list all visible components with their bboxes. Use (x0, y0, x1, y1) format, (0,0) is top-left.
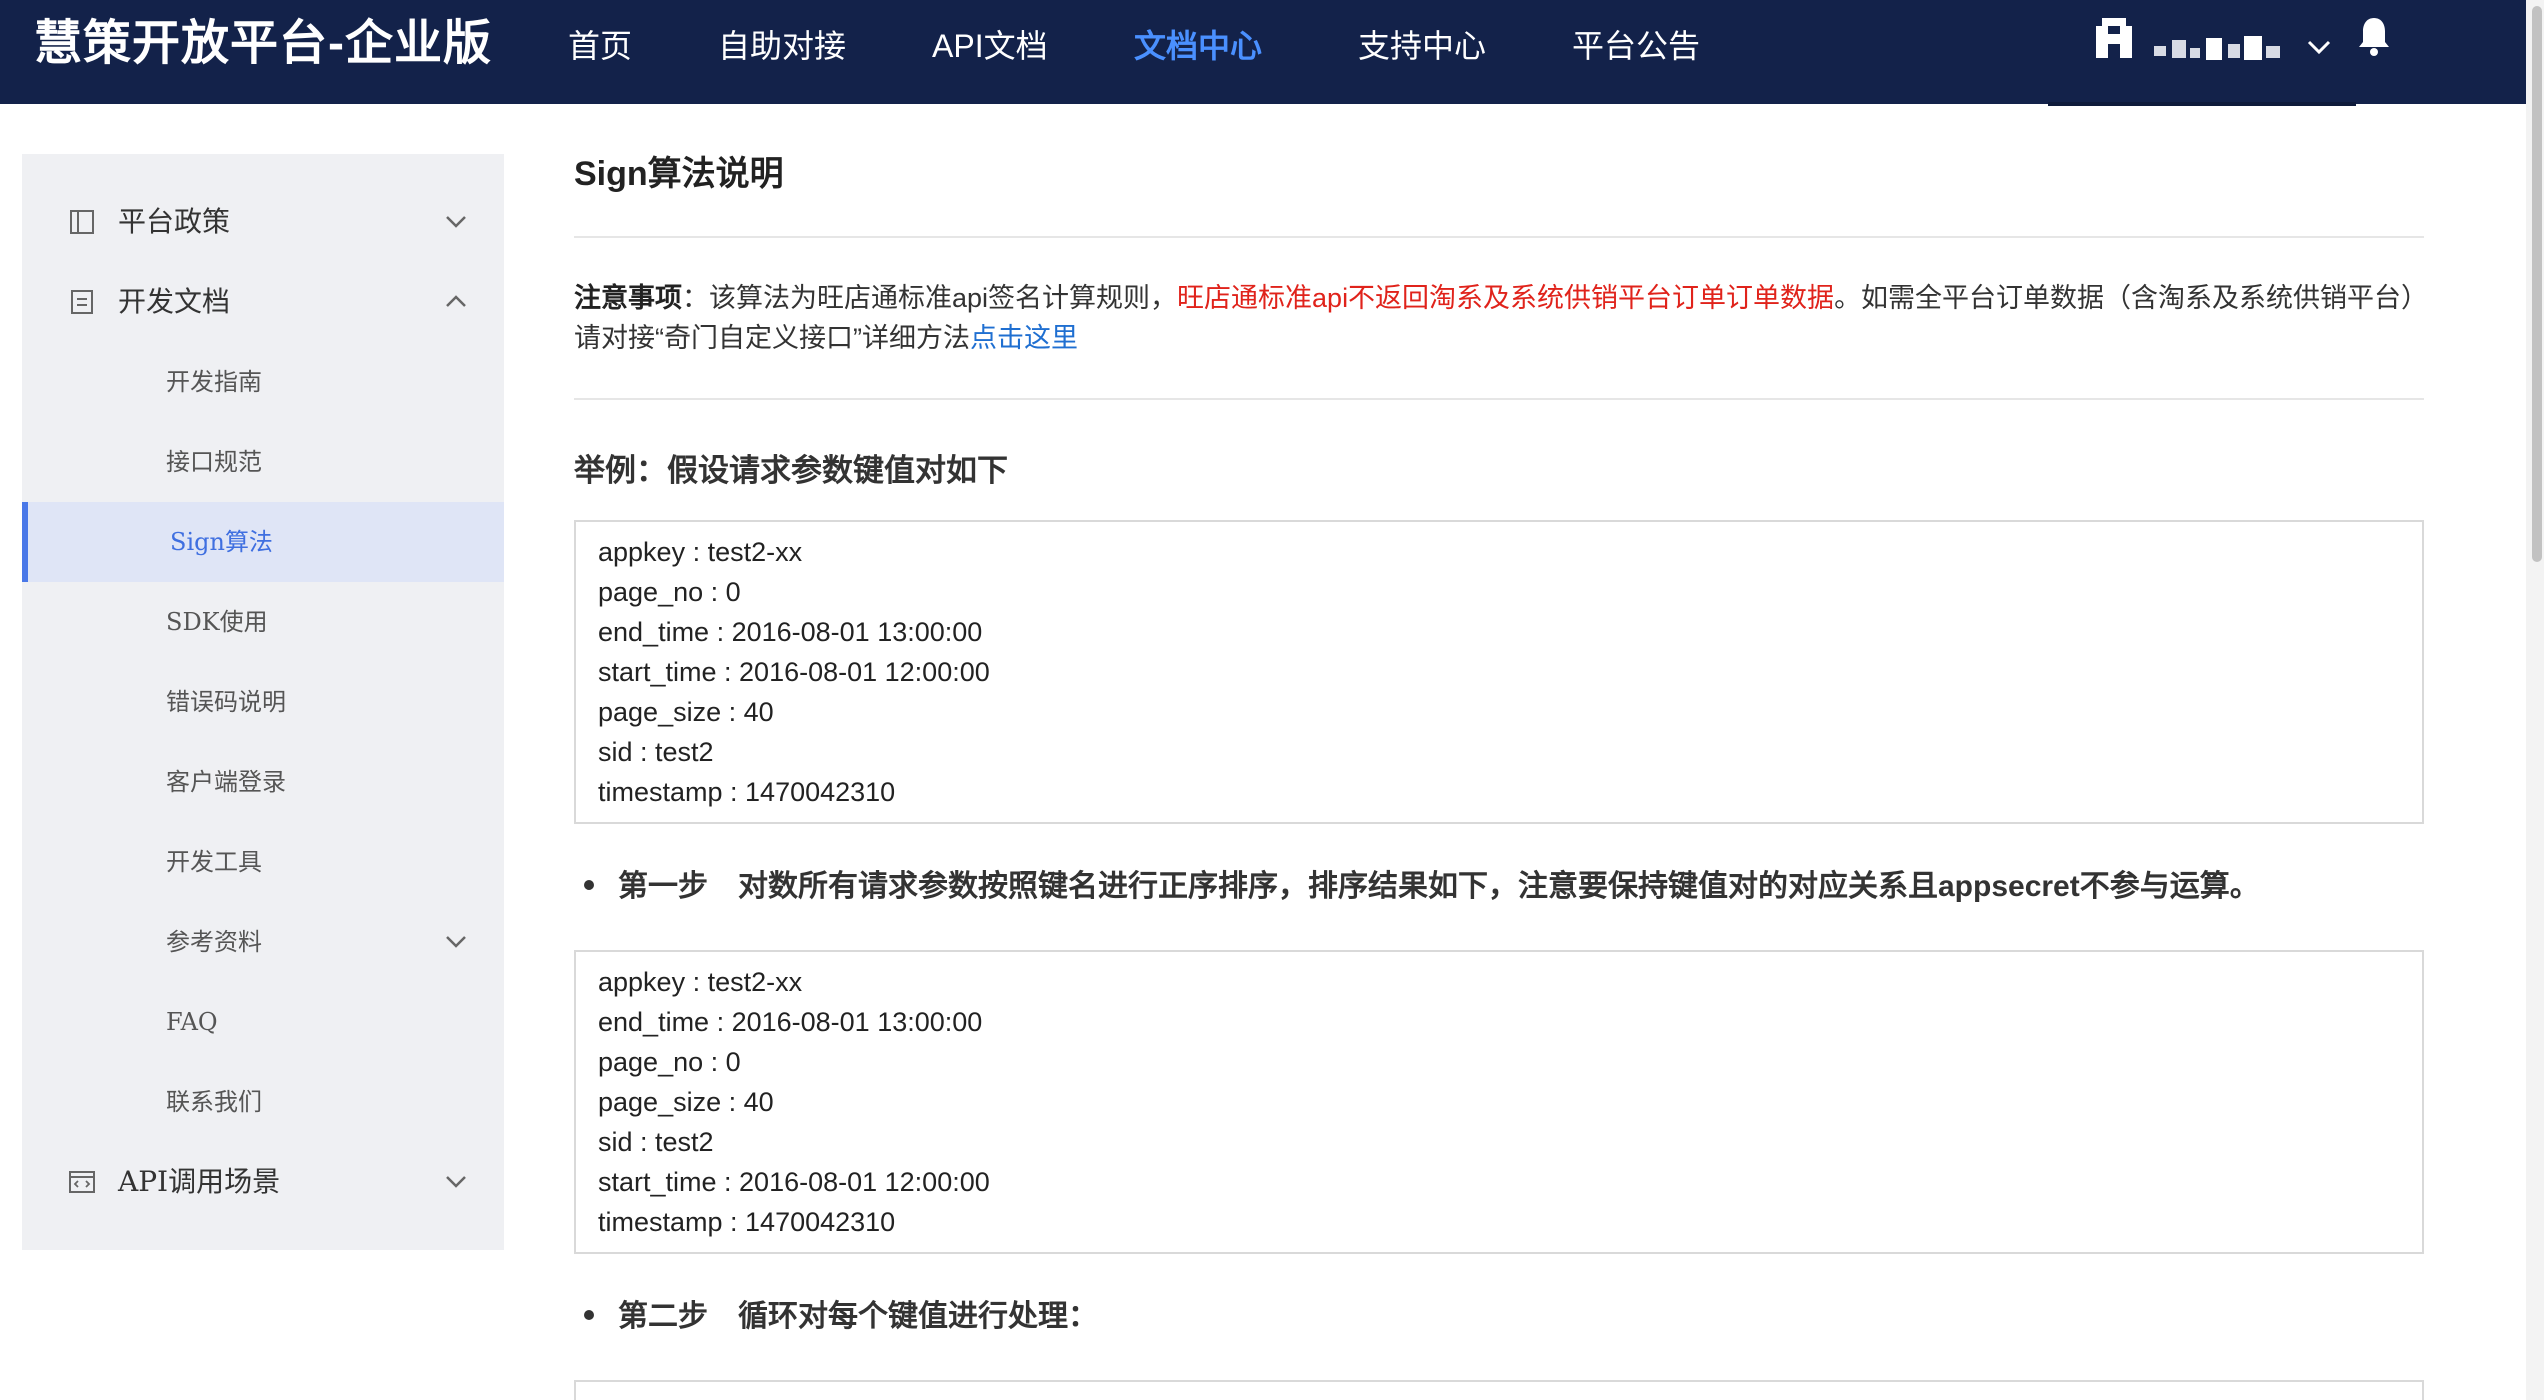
sidebar-item-sdk-usage[interactable]: SDK使用 (22, 582, 504, 662)
notice-label: 注意事项 (574, 283, 682, 313)
sidebar-item-label: 开发指南 (166, 368, 262, 396)
code-line: page_size : 40 (598, 697, 774, 727)
sidebar-item-dev-guide[interactable]: 开发指南 (22, 342, 504, 422)
example-heading: 举例：假设请求参数键值对如下 (574, 453, 1008, 488)
step-label: 第二步 (618, 1300, 708, 1333)
bullet-icon (584, 1310, 594, 1321)
main-content: Sign算法说明 注意事项：该算法为旺店通标准api签名计算规则，旺店通标准ap… (574, 0, 2426, 1400)
chevron-down-icon (446, 936, 466, 948)
sidebar-item-label: 开发工具 (166, 848, 262, 876)
sidebar-item-faq[interactable]: FAQ (22, 982, 504, 1062)
sidebar-item-label: SDK使用 (166, 608, 268, 636)
code-line: end_time : 2016-08-01 13:00:00 (598, 617, 983, 647)
sidebar-item-label: 错误码说明 (166, 688, 286, 716)
sidebar: 平台政策 开发文档 开发指南 接口规范 Sign算法 SDK使用 错误码说明 客… (22, 154, 504, 1250)
step-text: 循环对每个键值进行处理： (738, 1300, 1098, 1333)
sidebar-item-label: FAQ (166, 1008, 218, 1036)
code-line: page_no : 0 (598, 577, 741, 607)
sidebar-item-dev-tools[interactable]: 开发工具 (22, 822, 504, 902)
sidebar-item-references[interactable]: 参考资料 (22, 902, 504, 982)
page-scrollbar-thumb[interactable] (2532, 6, 2542, 562)
notice-text: ：该算法为旺店通标准api签名计算规则， (682, 283, 1178, 313)
document-icon (71, 290, 93, 314)
code-line: timestamp : 1470042310 (598, 1207, 896, 1237)
code-line: page_no : 0 (598, 1047, 741, 1077)
code-line: sid : test2 (598, 1127, 714, 1157)
sidebar-item-label: 联系我们 (166, 1088, 262, 1116)
chevron-down-icon (446, 216, 466, 228)
next-code-block (574, 1380, 2424, 1400)
example-params-block: appkey : test2-xx page_no : 0 end_time :… (574, 520, 2424, 824)
divider (574, 398, 2424, 400)
step-label: 第一步 (618, 870, 708, 903)
step-two: 第二步 循环对每个键值进行处理： (584, 1294, 1098, 1340)
sidebar-item-error-codes[interactable]: 错误码说明 (22, 662, 504, 742)
sidebar-item-platform-policy[interactable]: 平台政策 (22, 182, 504, 262)
sidebar-item-contact-us[interactable]: 联系我们 (22, 1062, 504, 1142)
sidebar-item-client-login[interactable]: 客户端登录 (22, 742, 504, 822)
divider (574, 236, 2424, 238)
brand-title[interactable]: 慧策开放平台-企业版 (34, 14, 492, 74)
chevron-up-icon (446, 295, 466, 307)
sidebar-item-dev-docs[interactable]: 开发文档 (22, 262, 504, 342)
sidebar-item-api-spec[interactable]: 接口规范 (22, 422, 504, 502)
code-line: timestamp : 1470042310 (598, 777, 896, 807)
sorted-params-block: appkey : test2-xx end_time : 2016-08-01 … (574, 950, 2424, 1254)
code-line: appkey : test2-xx (598, 537, 803, 567)
step-one: 第一步 对数所有请求参数按照键名进行正序排序，排序结果如下，注意要保持键值对的对应… (584, 864, 2260, 910)
page-title: Sign算法说明 (574, 155, 784, 193)
sidebar-item-label: API调用场景 (118, 1165, 281, 1198)
code-line: start_time : 2016-08-01 12:00:00 (598, 1167, 990, 1197)
sidebar-item-label: Sign算法 (170, 528, 273, 556)
bullet-icon (584, 880, 594, 891)
code-line: start_time : 2016-08-01 12:00:00 (598, 657, 990, 687)
sidebar-item-api-scenarios[interactable]: API调用场景 (22, 1142, 504, 1222)
sidebar-item-sign-algorithm[interactable]: Sign算法 (22, 502, 504, 582)
code-line: page_size : 40 (598, 1087, 774, 1117)
code-line: end_time : 2016-08-01 13:00:00 (598, 1007, 983, 1037)
sidebar-item-label: 客户端登录 (166, 768, 286, 796)
book-icon (70, 210, 94, 234)
sidebar-item-label: 开发文档 (118, 285, 231, 318)
click-here-link[interactable]: 点击这里 (970, 323, 1078, 353)
notice-highlight: 旺店通标准api不返回淘系及系统供销平台订单订单数据 (1177, 283, 1835, 313)
notice-paragraph: 注意事项：该算法为旺店通标准api签名计算规则，旺店通标准api不返回淘系及系统… (574, 278, 2424, 358)
step-text: 对数所有请求参数按照键名进行正序排序，排序结果如下，注意要保持键值对的对应关系且… (738, 870, 2260, 903)
code-line: appkey : test2-xx (598, 967, 803, 997)
code-window-icon (69, 1171, 95, 1193)
code-line: sid : test2 (598, 737, 714, 767)
chevron-down-icon (446, 1176, 466, 1188)
sidebar-item-label: 参考资料 (166, 928, 262, 956)
sidebar-item-label: 接口规范 (166, 448, 262, 476)
sidebar-item-label: 平台政策 (118, 205, 231, 238)
